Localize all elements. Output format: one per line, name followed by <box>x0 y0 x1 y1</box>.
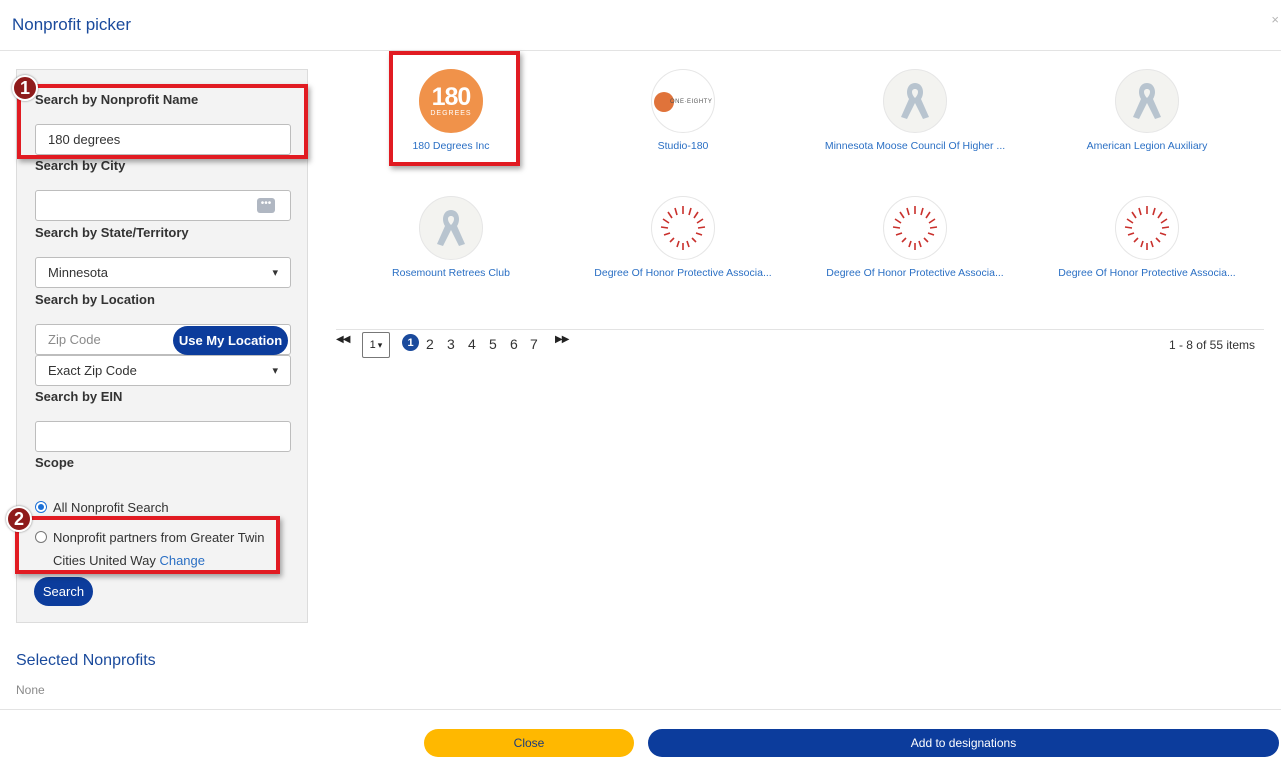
dialog-footer: Close Add to designations <box>0 709 1281 763</box>
current-page[interactable]: 1 <box>402 334 419 351</box>
page-link[interactable]: 4 <box>468 336 476 352</box>
zip-mode-select[interactable]: Exact Zip Code ▾ <box>35 355 291 386</box>
page-select[interactable]: 1 ▾ <box>362 332 390 358</box>
selected-nonprofits-heading: Selected Nonprofits <box>16 652 156 669</box>
ribbon-icon <box>1115 69 1179 133</box>
page-link[interactable]: 5 <box>489 336 497 352</box>
logo-text: ONE·EIGHTY <box>670 99 713 105</box>
state-search-label: Search by State/Territory <box>35 225 189 240</box>
red-heart-burst-logo <box>651 196 715 260</box>
ein-search-input[interactable] <box>35 421 291 452</box>
selected-nonprofits-empty: None <box>16 683 45 697</box>
dialog-title: Nonprofit picker <box>12 15 132 34</box>
page-select-value: 1 <box>369 339 376 351</box>
chevron-down-icon: ▾ <box>272 365 278 377</box>
logo-text: 180 <box>431 83 472 111</box>
ein-search-label: Search by EIN <box>35 389 123 404</box>
red-heart-burst-logo <box>883 196 947 260</box>
ribbon-icon <box>419 196 483 260</box>
chevron-down-icon: ▾ <box>272 267 278 279</box>
search-button[interactable]: Search <box>34 577 93 606</box>
result-name[interactable]: Studio-180 <box>583 140 783 152</box>
more-options-icon[interactable]: ••• <box>257 198 275 213</box>
zip-code-input[interactable]: Zip Code Use My Location <box>35 324 291 355</box>
scope-option-all[interactable]: All Nonprofit Search <box>35 500 169 515</box>
result-name[interactable]: Degree Of Honor Protective Associa... <box>583 267 783 279</box>
dialog-header: Nonprofit picker × <box>0 0 1281 51</box>
name-search-input[interactable]: 180 degrees <box>35 124 291 155</box>
result-card[interactable]: Rosemount Retrees Club <box>351 196 551 279</box>
result-card[interactable]: Minnesota Moose Council Of Higher ... <box>815 69 1015 152</box>
search-panel: Search by Nonprofit Name 180 degrees Sea… <box>16 69 308 623</box>
use-my-location-button[interactable]: Use My Location <box>173 326 288 355</box>
logo-subtext: DEGREES <box>430 110 472 117</box>
city-search-input[interactable]: ••• <box>35 190 291 221</box>
pagination-info: 1 - 8 of 55 items <box>1168 338 1255 352</box>
location-search-label: Search by Location <box>35 292 155 307</box>
next-last-page-icon[interactable]: ▶▶ <box>555 334 569 345</box>
scope-label: Scope <box>35 455 75 470</box>
close-button[interactable]: Close <box>424 729 634 757</box>
first-prev-page-icon[interactable]: ◀◀ <box>336 334 350 345</box>
result-name[interactable]: Degree Of Honor Protective Associa... <box>1047 267 1247 279</box>
zip-mode-selected-value: Exact Zip Code <box>48 363 137 378</box>
zip-code-placeholder: Zip Code <box>48 332 101 347</box>
result-card[interactable]: 180 DEGREES 180 Degrees Inc <box>351 69 551 152</box>
add-to-designations-button[interactable]: Add to designations <box>648 729 1279 757</box>
basketball-logo: ONE·EIGHTY <box>651 69 715 133</box>
city-search-label: Search by City <box>35 158 126 173</box>
name-search-label: Search by Nonprofit Name <box>35 92 199 107</box>
callout-badge-2: 2 <box>6 506 32 532</box>
result-name[interactable]: Rosemount Retrees Club <box>351 267 551 279</box>
scope-option-label: Nonprofit partners from Greater Twin Cit… <box>53 526 275 572</box>
result-name[interactable]: American Legion Auxiliary <box>1047 140 1247 152</box>
orange-circle-logo: 180 DEGREES <box>419 69 483 133</box>
result-card[interactable]: Degree Of Honor Protective Associa... <box>815 196 1015 279</box>
close-icon[interactable]: × <box>1271 12 1279 27</box>
red-heart-burst-logo <box>1115 196 1179 260</box>
result-card[interactable]: Degree Of Honor Protective Associa... <box>1047 196 1247 279</box>
page-link[interactable]: 7 <box>530 336 538 352</box>
page-link[interactable]: 6 <box>510 336 518 352</box>
pagination-bar: ◀◀ 1 ▾ 1 2 3 4 5 6 7 ▶▶ 1 - 8 of 55 items <box>336 329 1264 359</box>
page-link[interactable]: 3 <box>447 336 455 352</box>
change-link[interactable]: Change <box>159 553 205 568</box>
result-name[interactable]: Minnesota Moose Council Of Higher ... <box>815 140 1015 152</box>
page-link[interactable]: 2 <box>426 336 434 352</box>
ribbon-icon <box>883 69 947 133</box>
scope-option-partners[interactable]: Nonprofit partners from Greater Twin Cit… <box>35 526 275 572</box>
radio-selected-icon[interactable] <box>35 501 47 513</box>
state-select[interactable]: Minnesota ▾ <box>35 257 291 288</box>
result-card[interactable]: Degree Of Honor Protective Associa... <box>583 196 783 279</box>
state-selected-value: Minnesota <box>48 265 108 280</box>
radio-unselected-icon[interactable] <box>35 531 47 543</box>
result-name[interactable]: Degree Of Honor Protective Associa... <box>815 267 1015 279</box>
result-card[interactable]: ONE·EIGHTY Studio-180 <box>583 69 783 152</box>
chevron-down-icon: ▾ <box>377 339 383 350</box>
callout-badge-1: 1 <box>12 75 38 101</box>
result-card[interactable]: American Legion Auxiliary <box>1047 69 1247 152</box>
scope-option-label: All Nonprofit Search <box>53 500 169 515</box>
result-name[interactable]: 180 Degrees Inc <box>351 140 551 152</box>
